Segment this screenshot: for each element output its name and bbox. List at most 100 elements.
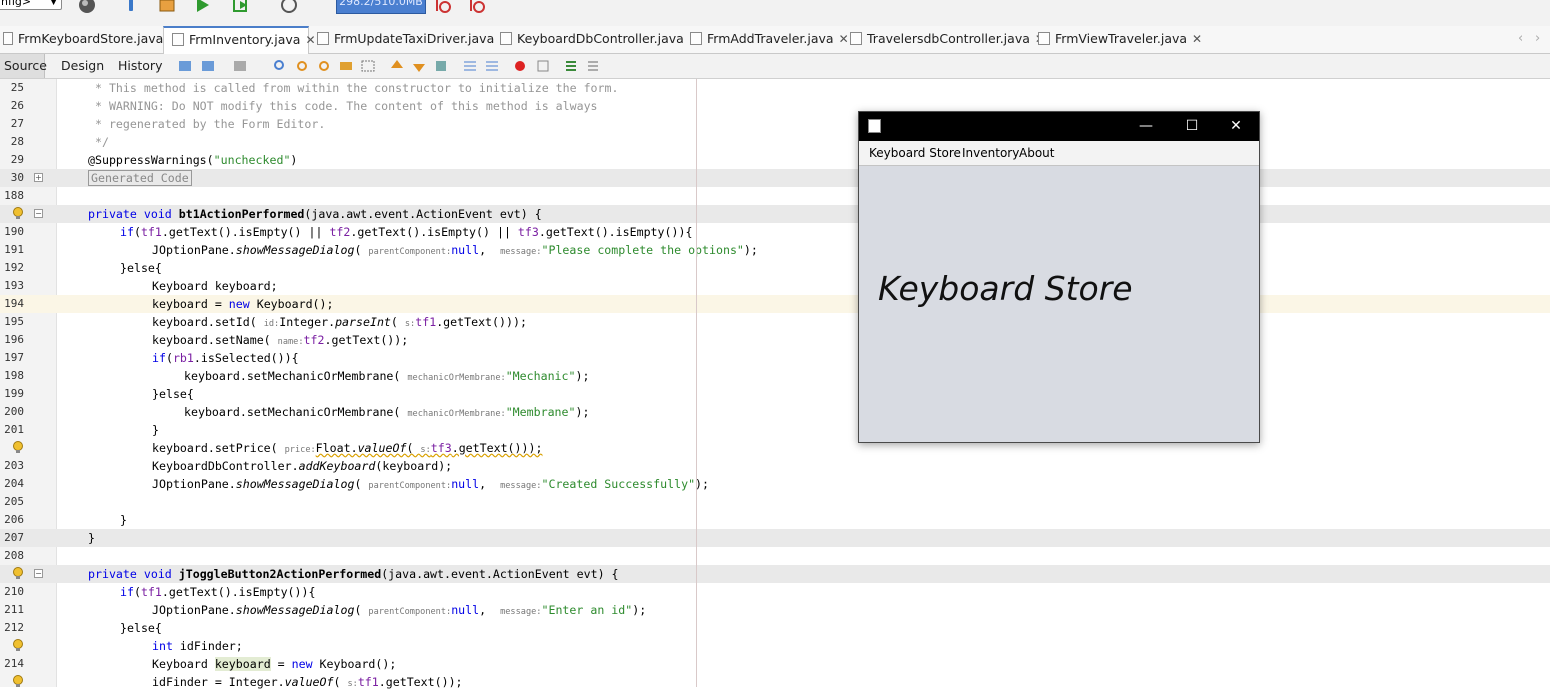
line-number: 28: [10, 135, 24, 148]
maximize-button[interactable]: ☐: [1169, 112, 1215, 141]
record-macro-icon[interactable]: [512, 58, 528, 74]
line-number: 26: [10, 99, 24, 112]
rect-select-icon[interactable]: [360, 58, 376, 74]
line-number: 210: [4, 585, 24, 598]
profile-stop-icon[interactable]: [468, 0, 486, 14]
param-hint: id:: [263, 319, 280, 329]
code-line: 199}else{: [0, 385, 1550, 403]
code-text: int idFinder;: [152, 637, 243, 655]
tab-frmkeyboardstore[interactable]: FrmKeyboardStore.java✕: [0, 26, 178, 53]
tab-frmaddtraveler[interactable]: FrmAddTraveler.java ✕: [682, 26, 849, 53]
forward-icon[interactable]: [232, 58, 248, 74]
code-token: keyboard =: [152, 297, 229, 311]
code-line: 206}: [0, 511, 1550, 529]
gc-icon[interactable]: [434, 0, 452, 14]
tab-source[interactable]: Source: [0, 54, 47, 78]
java-file-icon: [1038, 32, 1050, 45]
hint-bulb-icon[interactable]: [12, 207, 24, 220]
code-line: 25 * This method is called from within t…: [0, 79, 1550, 97]
chevron-left-icon[interactable]: ‹: [1518, 26, 1523, 52]
menu-keyboard-store[interactable]: Keyboard Store: [869, 141, 961, 165]
current-code-line: 194 keyboard = new Keyboard();: [0, 295, 1550, 313]
expand-fold-icon[interactable]: +: [34, 173, 43, 182]
code-text: keyboard.setMechanicOrMembrane( mechanic…: [184, 367, 589, 387]
window-menubar: Keyboard Store Inventory About: [859, 141, 1259, 166]
tab-frminventory[interactable]: FrmInventory.java ✕: [163, 26, 316, 54]
code-text[interactable]: Generated Code: [88, 169, 192, 187]
line-number: 208: [4, 549, 24, 562]
globe-icon[interactable]: [78, 0, 96, 14]
keyword: new: [228, 297, 250, 311]
uncomment-icon[interactable]: [585, 58, 601, 74]
chevron-right-icon[interactable]: ›: [1535, 26, 1540, 52]
tab-label: FrmViewTraveler.java: [1055, 31, 1188, 46]
keyword: null: [451, 243, 480, 257]
profile-icon[interactable]: [280, 0, 298, 14]
line-number: 25: [10, 81, 24, 94]
method-call: showMessageDialog: [235, 603, 355, 617]
build-icon[interactable]: [158, 0, 176, 14]
method-call: parseInt: [335, 315, 391, 329]
debug-icon[interactable]: [232, 0, 250, 14]
shift-left-icon[interactable]: [462, 58, 478, 74]
window-titlebar[interactable]: — ☐ ✕: [859, 112, 1259, 141]
tab-travelersdbcontroller[interactable]: TravelersdbController.java✕: [842, 26, 1045, 53]
code-line: 27 * regenerated by the Form Editor.: [0, 115, 1550, 133]
info-icon[interactable]: [122, 0, 140, 14]
toggle-bookmark-icon[interactable]: [433, 58, 449, 74]
tab-frmupdatetaxidriver[interactable]: FrmUpdateTaxiDriver.java✕: [309, 26, 509, 53]
line-number: 29: [10, 153, 24, 166]
run-icon[interactable]: [193, 0, 211, 14]
hint-bulb-icon[interactable]: [12, 639, 24, 652]
param-hint: name:: [277, 337, 304, 347]
code-token: .getText()));: [451, 441, 543, 455]
code-editor[interactable]: 25 * This method is called from within t…: [0, 79, 1550, 689]
next-bookmark-icon[interactable]: [411, 58, 427, 74]
code-line: 201}: [0, 421, 1550, 439]
find-prev-icon[interactable]: [294, 58, 310, 74]
minimize-button[interactable]: —: [1123, 112, 1169, 141]
close-button[interactable]: ✕: [1213, 112, 1259, 141]
code-line: 205: [0, 493, 1550, 511]
toggle-highlight-icon[interactable]: [338, 58, 354, 74]
code-text: }: [152, 423, 159, 437]
tab-label: FrmAddTraveler.java: [707, 31, 834, 46]
last-edit-icon[interactable]: [177, 58, 193, 74]
line-number: 203: [4, 459, 24, 472]
tab-frmviewtraveler[interactable]: FrmViewTraveler.java ✕: [1030, 26, 1202, 53]
hint-bulb-icon[interactable]: [12, 441, 24, 454]
hint-bulb-icon[interactable]: [12, 675, 24, 688]
menu-about[interactable]: About: [1019, 141, 1054, 165]
menu-inventory[interactable]: Inventory: [962, 141, 1019, 165]
keyword: if: [120, 225, 134, 239]
memory-indicator[interactable]: 298.2/510.0MB: [336, 0, 426, 14]
line-number: 30: [10, 171, 24, 184]
stop-macro-icon[interactable]: [535, 58, 551, 74]
keyboard-store-window[interactable]: — ☐ ✕ Keyboard Store Inventory About Key…: [858, 111, 1260, 443]
code-text: * regenerated by the Form Editor.: [88, 117, 326, 131]
line-number: 27: [10, 117, 24, 130]
shift-right-icon[interactable]: [484, 58, 500, 74]
hint-bulb-icon[interactable]: [12, 567, 24, 580]
code-token: =: [270, 657, 292, 671]
comment-icon[interactable]: [563, 58, 579, 74]
line-number: 193: [4, 279, 24, 292]
prev-bookmark-icon[interactable]: [389, 58, 405, 74]
code-line: 204 JOptionPane.showMessageDialog( parent…: [0, 475, 1550, 493]
close-icon[interactable]: ✕: [1192, 32, 1202, 46]
collapse-fold-icon[interactable]: −: [34, 569, 43, 578]
param-hint: parentComponent:: [368, 607, 452, 617]
config-dropdown[interactable]: nfig> ▼: [0, 0, 62, 10]
collapse-fold-icon[interactable]: −: [34, 209, 43, 218]
code-token: (java.awt.event.ActionEvent evt) {: [381, 567, 619, 581]
tab-keyboarddbcontroller[interactable]: KeyboardDbController.java✕: [492, 26, 699, 53]
tab-history[interactable]: History: [118, 54, 162, 78]
generated-code-fold[interactable]: Generated Code: [88, 170, 192, 186]
back-icon[interactable]: [200, 58, 216, 74]
tab-design[interactable]: Design: [61, 54, 104, 78]
find-next-icon[interactable]: [316, 58, 332, 74]
find-icon[interactable]: [272, 58, 288, 74]
highlighted-variable: keyboard: [214, 657, 271, 671]
line-number: 214: [4, 657, 24, 670]
keyword: int: [152, 639, 173, 653]
